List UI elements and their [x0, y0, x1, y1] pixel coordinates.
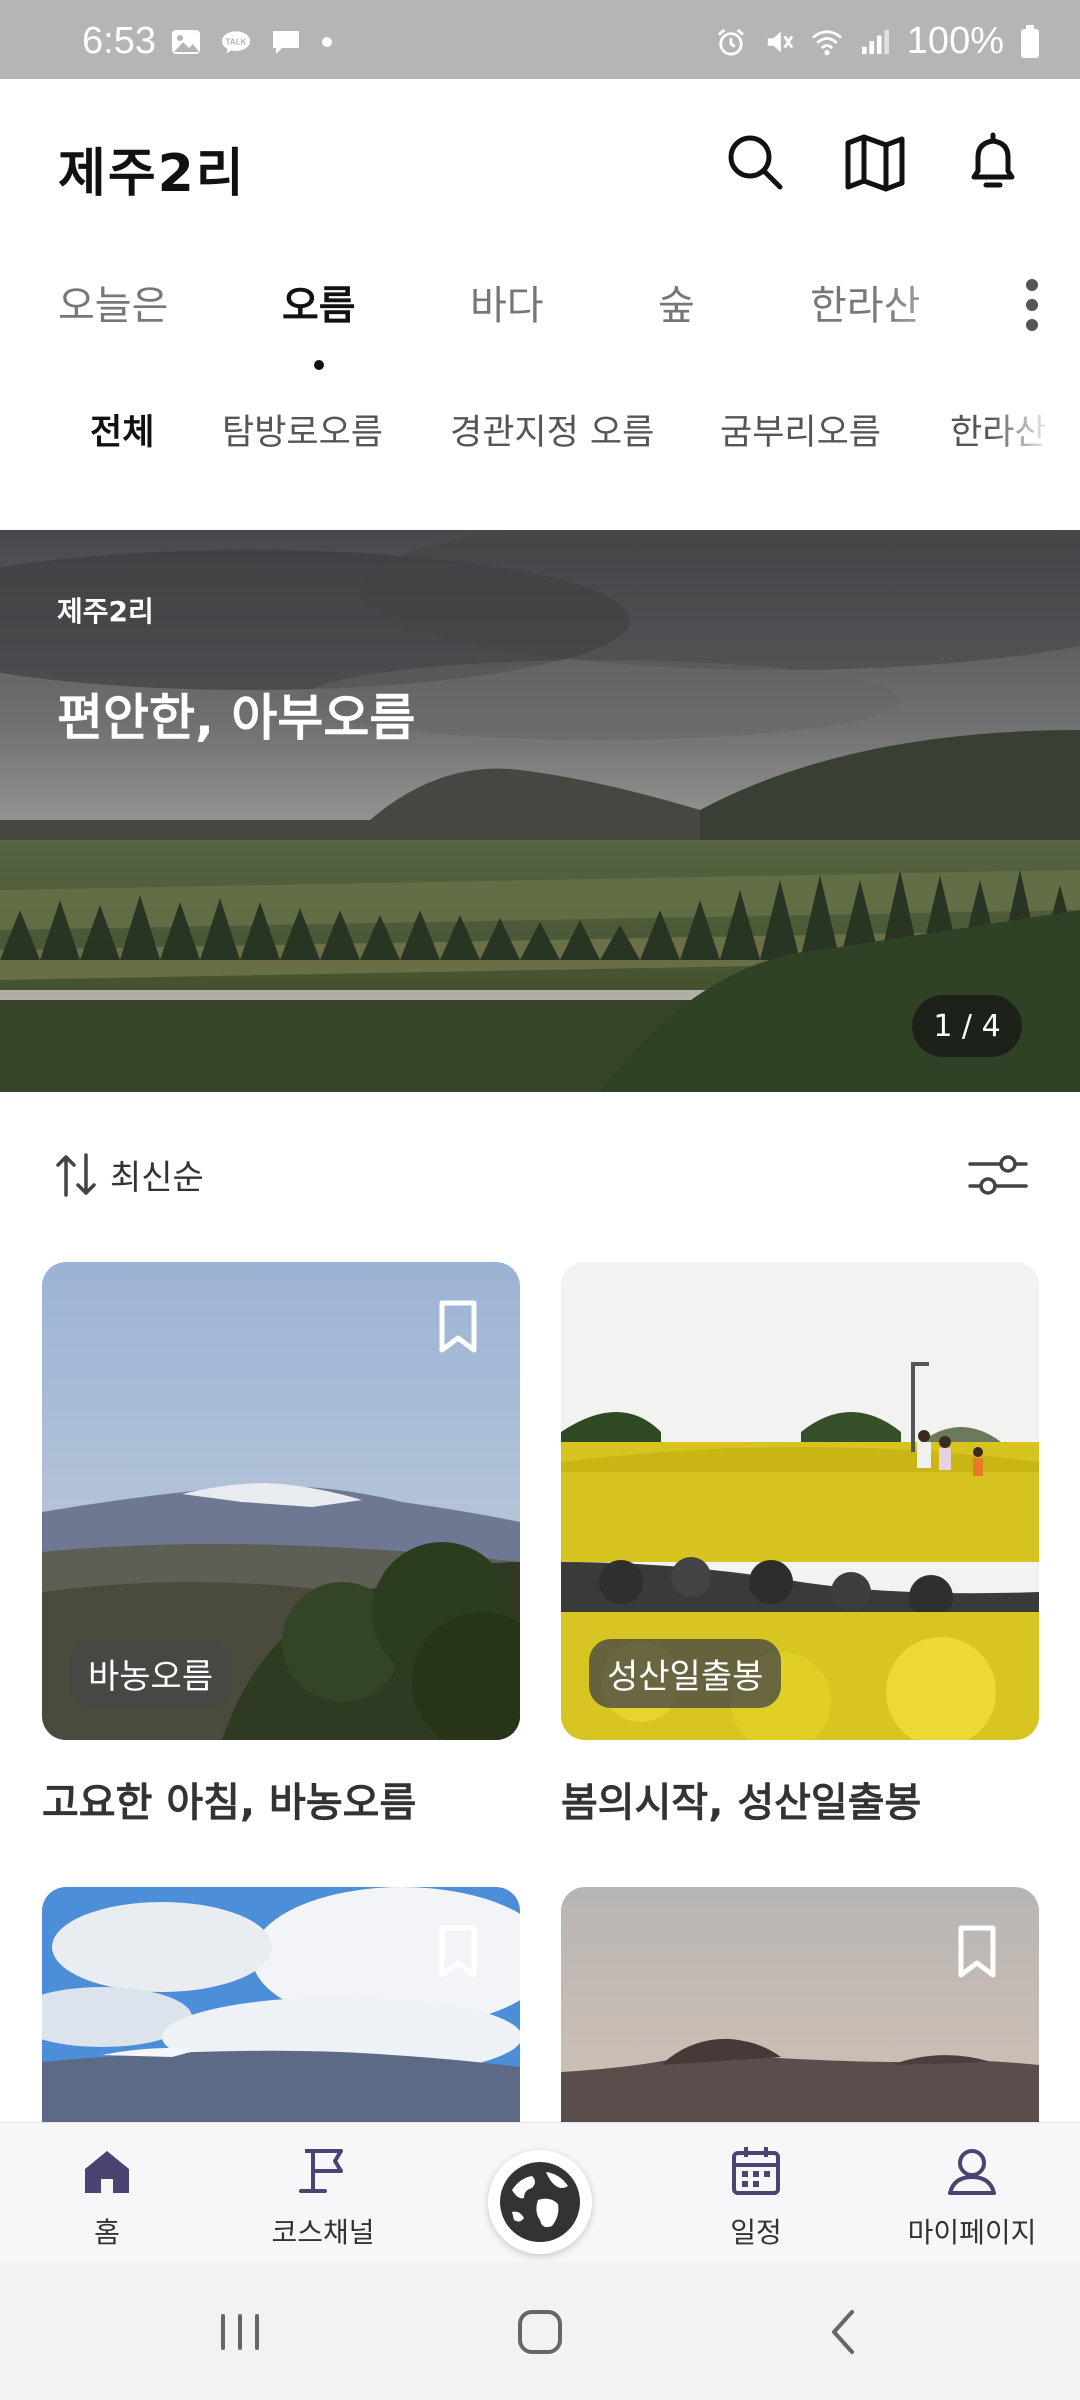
battery-icon: [1021, 24, 1039, 58]
category-tabs: 오늘은 오름 바다 숲 한라산: [0, 255, 1080, 370]
battery-percentage: 100%: [906, 20, 1004, 62]
nav-home[interactable]: 홈: [17, 2143, 197, 2251]
nav-globe-button[interactable]: [488, 2150, 592, 2254]
subtab-hallasan[interactable]: 한라산: [950, 404, 1047, 455]
more-vertical-icon[interactable]: [1012, 275, 1052, 335]
sort-bar: 최신순: [0, 1130, 1080, 1220]
banner-page-counter: 1 / 4: [912, 995, 1022, 1057]
subtab-scenic-oreum[interactable]: 경관지정 오름: [450, 404, 654, 455]
app-title: 제주2리: [58, 144, 246, 204]
map-icon[interactable]: [840, 127, 910, 197]
sort-button[interactable]: 최신순: [54, 1150, 204, 1199]
sort-icon: [56, 1152, 96, 1197]
back-icon[interactable]: [808, 2302, 878, 2362]
nav-label: 마이페이지: [907, 2216, 1037, 2249]
user-icon: [948, 2149, 996, 2195]
alarm-icon: [717, 28, 744, 56]
home-button-icon[interactable]: [505, 2302, 575, 2362]
tab-oreum[interactable]: 오름: [282, 273, 356, 331]
hero-banner[interactable]: 제주2리 편안한, 아부오름 1 / 4: [0, 530, 1080, 1092]
globe-icon: [500, 2162, 580, 2242]
card-tag: 성산일출봉: [589, 1639, 782, 1708]
nav-label: 홈: [94, 2216, 120, 2249]
calendar-icon: [732, 2147, 780, 2195]
system-status: 100%: [715, 20, 1040, 63]
filter-icon[interactable]: [968, 1150, 1028, 1200]
subtab-all[interactable]: 전체: [90, 404, 154, 455]
search-icon[interactable]: [720, 127, 790, 197]
signal-icon: [861, 29, 889, 54]
mute-icon: [767, 31, 794, 52]
flag-icon: [299, 2149, 343, 2193]
sub-tabs: 전체 탐방로오름 경관지정 오름 굼부리오름 한라산: [0, 390, 1080, 470]
subtab-trail-oreum[interactable]: 탐방로오름: [222, 404, 383, 455]
card-image: 바농오름: [42, 1262, 520, 1740]
status-bar: 6:53 TALK 100%: [0, 0, 1080, 79]
nav-my-page[interactable]: 마이페이지: [882, 2143, 1062, 2251]
message-icon: [273, 31, 299, 54]
nav-label: 일정: [730, 2216, 782, 2249]
status-time: 6:53: [82, 20, 156, 62]
tab-hallasan[interactable]: 한라산: [810, 273, 920, 331]
kakaotalk-icon: TALK: [221, 31, 251, 54]
oreum-card[interactable]: 성산일출봉 봄의시작, 성산일출봉: [561, 1262, 1039, 1828]
wifi-icon: [811, 29, 842, 55]
nav-course-channel[interactable]: 코스채널: [233, 2143, 413, 2251]
sort-label: 최신순: [110, 1158, 204, 1198]
card-title: 봄의시작, 성산일출봉: [561, 1780, 922, 1826]
oreum-card[interactable]: 바농오름 고요한 아침, 바농오름: [42, 1262, 520, 1828]
app-header: 제주2리: [0, 79, 1080, 249]
banner-brand-label: 제주2리: [57, 595, 154, 628]
recent-apps-icon[interactable]: [205, 2302, 275, 2362]
bookmark-icon[interactable]: [438, 1925, 478, 1979]
system-navigation-bar: [0, 2262, 1080, 2400]
home-icon: [85, 2151, 129, 2193]
nav-schedule[interactable]: 일정: [666, 2143, 846, 2251]
svg-text:TALK: TALK: [226, 38, 247, 47]
card-tag: 바농오름: [70, 1639, 232, 1708]
nav-label: 코스채널: [271, 2216, 375, 2249]
gallery-icon: [172, 30, 200, 54]
bookmark-icon[interactable]: [438, 1300, 478, 1354]
tab-today[interactable]: 오늘은: [58, 273, 168, 331]
bell-icon[interactable]: [958, 127, 1028, 197]
subtab-crater-oreum[interactable]: 굼부리오름: [720, 404, 881, 455]
banner-title: 편안한, 아부오름: [57, 689, 416, 747]
bookmark-icon[interactable]: [957, 1925, 997, 1979]
active-tab-indicator: [314, 360, 324, 370]
tab-sea[interactable]: 바다: [470, 273, 544, 331]
dot-icon: [322, 37, 332, 47]
card-image: 성산일출봉: [561, 1262, 1039, 1740]
tab-forest[interactable]: 숲: [658, 273, 695, 331]
notification-icons: TALK: [170, 28, 334, 56]
card-title: 고요한 아침, 바농오름: [42, 1780, 417, 1826]
